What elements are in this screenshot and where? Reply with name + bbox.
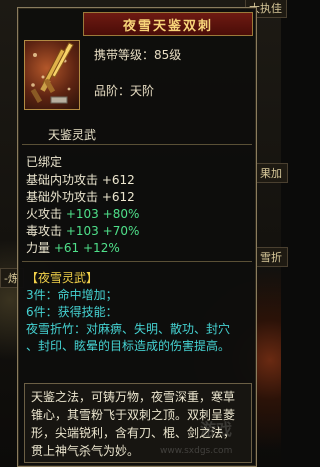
watermark: 游戏: [200, 420, 233, 439]
stat-row: 毒攻击 +103 +70%: [26, 222, 139, 239]
set-skill-line-2: 、封印、眩晕的目标造成的伤害提高。: [26, 339, 231, 353]
stat-value: +612: [101, 190, 135, 204]
background-panel-text-right-lower: 雪折: [256, 247, 288, 267]
set-bonus-6: 6件：获得技能：: [26, 305, 118, 319]
item-title: 夜雪天鉴双刺: [122, 18, 213, 34]
stat-bonus: +80%: [102, 207, 140, 221]
stat-label: 基础外功攻击: [26, 190, 99, 204]
stat-row: 基础外功攻击 +612: [26, 188, 135, 205]
bound-status: 已绑定: [26, 155, 63, 169]
carry-level: 携带等级：85级: [94, 48, 182, 62]
stat-bonus: +70%: [102, 224, 140, 238]
stat-row: 力量 +61 +12%: [26, 239, 120, 256]
background-panel-text-right: 果加: [256, 163, 288, 183]
watermark-url: www.sxdgs.com: [160, 446, 233, 456]
item-tooltip: 夜雪天鉴双刺 携带等级：85级 品阶：天阶 天鉴灵武 已绑定 基础内功攻击 +6…: [17, 7, 257, 467]
item-title-bar: 夜雪天鉴双刺: [83, 12, 253, 36]
item-name: 天鉴灵武: [48, 128, 97, 142]
set-name: 【夜雪灵武】: [26, 271, 99, 285]
divider: [22, 144, 252, 145]
stat-bonus: +12%: [83, 241, 120, 255]
stat-label: 基础内功攻击: [26, 173, 99, 187]
stat-value: +103: [65, 207, 99, 221]
set-skill-line-1: 夜雪折竹：对麻痹、失明、散功、封穴: [26, 322, 231, 336]
stat-value: +103: [65, 224, 99, 238]
stat-row: 火攻击 +103 +80%: [26, 205, 139, 222]
stat-label: 毒攻击: [26, 224, 63, 238]
divider: [22, 261, 252, 262]
stat-row: 基础内功攻击 +612: [26, 171, 135, 188]
stat-label: 火攻击: [26, 207, 63, 221]
dual-dagger-icon: [24, 40, 80, 110]
set-bonus-3: 3件：命中增加；: [26, 288, 118, 302]
item-grade: 品阶：天阶: [94, 84, 155, 98]
stat-value: +612: [101, 173, 135, 187]
stat-label: 力量: [26, 241, 51, 255]
stat-value: +61: [53, 241, 80, 255]
